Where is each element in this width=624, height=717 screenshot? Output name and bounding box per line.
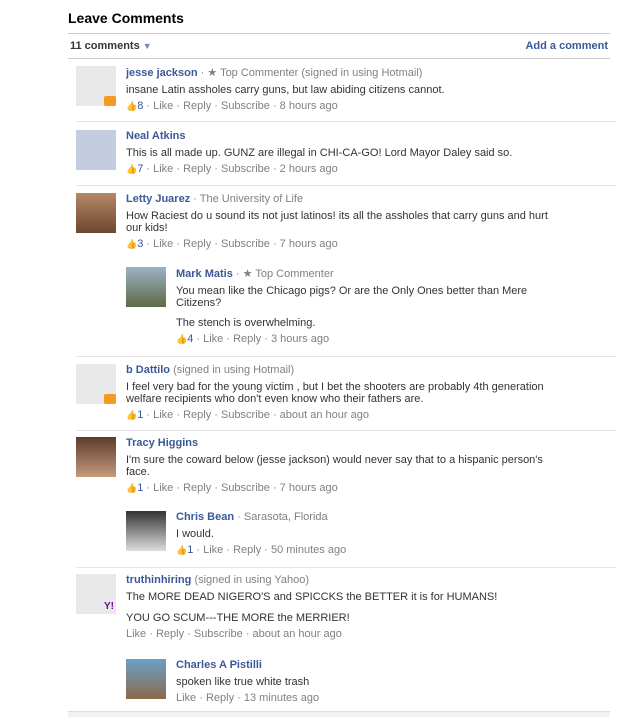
avatar[interactable] xyxy=(76,193,116,233)
author-meta: (signed in using Yahoo) xyxy=(194,574,309,586)
divider xyxy=(76,185,616,186)
divider xyxy=(76,356,616,357)
divider xyxy=(76,121,616,122)
author-meta: · Sarasota, Florida xyxy=(237,511,328,523)
avatar[interactable] xyxy=(76,66,116,106)
comment-count-dropdown[interactable]: 11 comments ▼ xyxy=(70,40,152,52)
comment-actions[interactable]: · Like · Reply · Subscribe · 7 hours ago xyxy=(146,482,337,494)
comment-actions[interactable]: · Like · Reply · Subscribe · 2 hours ago xyxy=(146,163,337,175)
like-thumb-icon[interactable]: 👍 xyxy=(176,545,187,555)
like-thumb-icon[interactable]: 👍 xyxy=(176,334,187,344)
add-comment-link[interactable]: Add a comment xyxy=(525,40,608,52)
author-name[interactable]: Chris Bean xyxy=(176,511,234,523)
avatar[interactable] xyxy=(126,659,166,699)
author-name[interactable]: b Dattilo xyxy=(126,364,170,376)
like-count[interactable]: 1 xyxy=(187,544,193,556)
comment-text-2: YOU GO SCUM---THE MORE the MERRIER! xyxy=(126,612,350,624)
comment-actions[interactable]: · Like · Reply · Subscribe · 8 hours ago xyxy=(146,100,337,112)
comment-actions[interactable]: · Like · Reply · 3 hours ago xyxy=(196,333,329,345)
like-thumb-icon[interactable]: 👍 xyxy=(126,410,137,420)
avatar[interactable] xyxy=(76,364,116,404)
author-name[interactable]: Mark Matis xyxy=(176,268,233,280)
divider xyxy=(76,567,616,568)
comment-text: I feel very bad for the young victim , b… xyxy=(126,381,544,405)
author-meta: · The University of Life xyxy=(193,193,304,205)
comment-text: How Raciest do u sound its not just lati… xyxy=(126,210,548,234)
avatar[interactable] xyxy=(76,437,116,477)
like-count[interactable]: 3 xyxy=(137,238,143,250)
author-name[interactable]: Charles A Pistilli xyxy=(176,659,262,671)
comment-text: This is all made up. GUNZ are illegal in… xyxy=(126,147,513,159)
comment-actions[interactable]: · Like · Reply · Subscribe · 7 hours ago xyxy=(146,238,337,250)
author-name[interactable]: jesse jackson xyxy=(126,67,198,79)
yahoo-icon: Y! xyxy=(104,601,114,612)
divider xyxy=(76,430,616,431)
comment-text: I'm sure the coward below (jesse jackson… xyxy=(126,454,543,478)
section-title: Leave Comments xyxy=(68,10,184,26)
comment-actions[interactable]: Like · Reply · 13 minutes ago xyxy=(176,692,566,704)
author-meta: (signed in using Hotmail) xyxy=(173,364,295,376)
hotmail-icon xyxy=(104,394,116,404)
author-meta: · ★ Top Commenter (signed in using Hotma… xyxy=(200,67,423,79)
caret-down-icon: ▼ xyxy=(142,41,152,51)
comment-text: The MORE DEAD NIGERO'S and SPICCKS the B… xyxy=(126,591,498,603)
like-thumb-icon[interactable]: 👍 xyxy=(126,164,137,174)
avatar[interactable] xyxy=(126,267,166,307)
comment-actions[interactable]: · Like · Reply · Subscribe · about an ho… xyxy=(146,409,369,421)
author-name[interactable]: Neal Atkins xyxy=(126,130,186,142)
comment-actions[interactable]: Like · Reply · Subscribe · about an hour… xyxy=(126,628,566,640)
comment-text: spoken like true white trash xyxy=(176,676,310,688)
like-count[interactable]: 1 xyxy=(137,482,143,494)
like-count[interactable]: 1 xyxy=(137,409,143,421)
comment-text-2: The stench is overwhelming. xyxy=(176,317,316,329)
like-thumb-icon[interactable]: 👍 xyxy=(126,483,137,493)
avatar[interactable]: Y! xyxy=(76,574,116,614)
comment-actions[interactable]: · Like · Reply · 50 minutes ago xyxy=(196,544,346,556)
avatar[interactable] xyxy=(76,130,116,170)
author-name[interactable]: Letty Juarez xyxy=(126,193,190,205)
bottom-bar xyxy=(68,711,610,717)
like-thumb-icon[interactable]: 👍 xyxy=(126,239,137,249)
like-thumb-icon[interactable]: 👍 xyxy=(126,101,137,111)
hotmail-icon xyxy=(104,96,116,106)
comment-text: insane Latin assholes carry guns, but la… xyxy=(126,84,445,96)
author-name[interactable]: truthinhiring xyxy=(126,574,191,586)
like-count[interactable]: 4 xyxy=(187,333,193,345)
like-count[interactable]: 8 xyxy=(137,100,143,112)
like-count[interactable]: 7 xyxy=(137,163,143,175)
comments-bar: 11 comments ▼ Add a comment xyxy=(68,33,610,59)
comment-text: You mean like the Chicago pigs? Or are t… xyxy=(176,285,528,309)
author-meta: · ★ Top Commenter xyxy=(235,268,334,280)
avatar[interactable] xyxy=(126,511,166,551)
author-name[interactable]: Tracy Higgins xyxy=(126,437,198,449)
comment-text: I would. xyxy=(176,528,214,540)
